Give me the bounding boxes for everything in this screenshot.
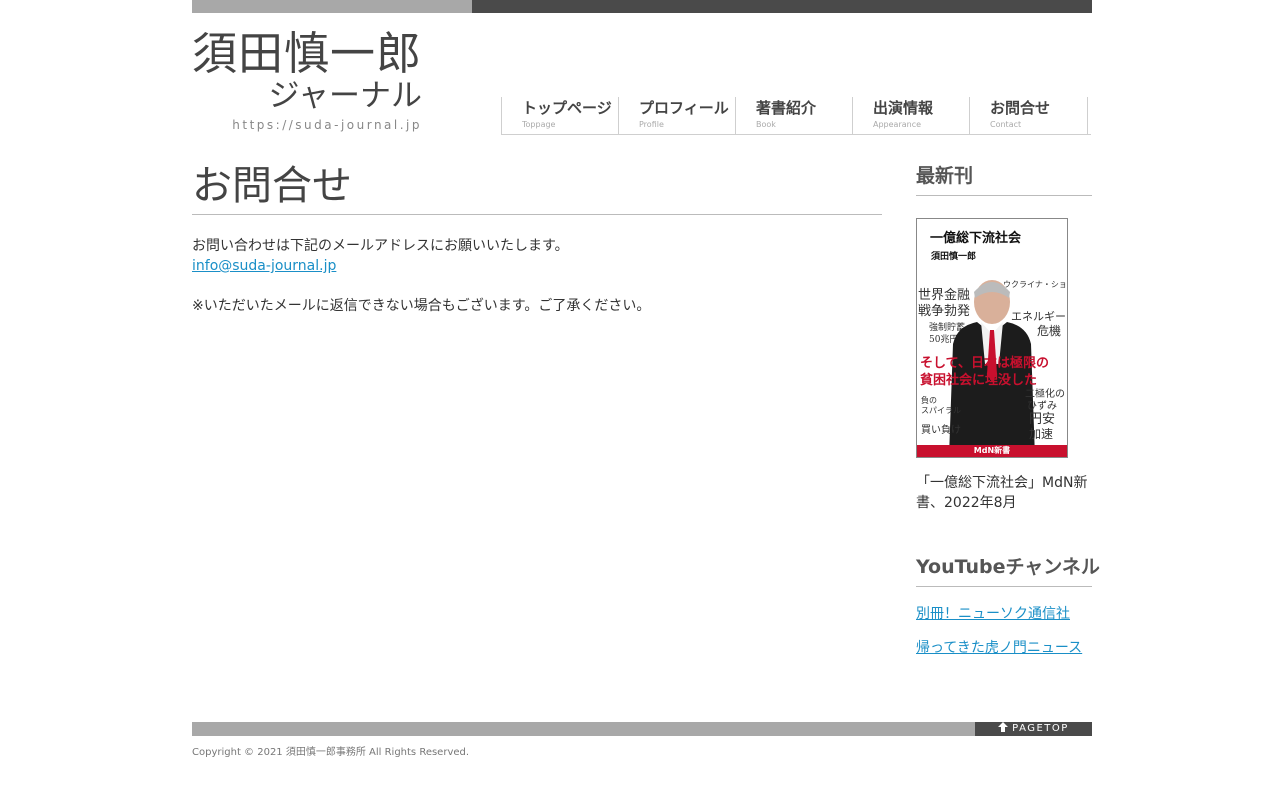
site-url: https://suda-journal.jp — [232, 118, 422, 132]
cover-headline: そして、日本は極限の 貧困社会に埋没した — [920, 356, 1049, 388]
cover-keyword: ひずみ — [1027, 401, 1057, 412]
nav-label: 出演情報 — [873, 99, 934, 117]
contact-intro: お問い合わせは下記のメールアドレスにお願いいたします。 — [192, 238, 569, 254]
arrow-up-icon — [998, 722, 1009, 732]
cover-publisher: MdN新書 — [917, 445, 1067, 457]
page-title: お問合せ — [192, 160, 882, 215]
book-cover-author: 須田慎一郎 — [931, 252, 977, 262]
footer-bar — [192, 722, 975, 736]
book-cover-title: 一億総下流社会 — [930, 231, 1022, 246]
global-nav: トップページ Toppage プロフィール Profile 著書紹介 Book … — [501, 97, 1091, 135]
sidebar: 最新刊 一億総下流社会 須田慎一郎 ウクライナ・ショック 世界金融 戦争勃発 エ… — [916, 160, 1100, 658]
nav-item-book[interactable]: 著書紹介 Book — [735, 97, 852, 134]
pagetop-label: PAGETOP — [1012, 723, 1069, 734]
latest-book-heading: 最新刊 — [916, 160, 1092, 196]
pagetop-button[interactable]: PAGETOP — [975, 722, 1092, 736]
main-content: お問合せ お問い合わせは下記のメールアドレスにお願いいたします。 info@su… — [192, 160, 882, 316]
nav-sublabel: Toppage — [522, 120, 556, 129]
youtube-link-toranomon[interactable]: 帰ってきた虎ノ門ニュース — [916, 638, 1092, 658]
nav-sublabel: Profile — [639, 120, 664, 129]
cover-keyword: 円安 — [1029, 412, 1056, 427]
nav-item-contact[interactable]: お問合せ Contact — [969, 97, 1088, 134]
site-logo-title[interactable]: 須田慎一郎 — [192, 26, 422, 82]
email-link[interactable]: info@suda-journal.jp — [192, 258, 336, 274]
nav-label: お問合せ — [990, 99, 1051, 117]
top-bar-right — [472, 0, 1092, 13]
cover-keyword: 二極化の — [1025, 389, 1065, 400]
top-bar-left — [192, 0, 472, 13]
nav-sublabel: Book — [756, 120, 776, 129]
site-logo-subtitle[interactable]: ジャーナル — [192, 76, 422, 116]
cover-keyword: 加速 — [1029, 427, 1054, 441]
nav-sublabel: Appearance — [873, 120, 922, 129]
copyright: Copyright © 2021 須田慎一郎事務所 All Rights Res… — [192, 747, 470, 758]
nav-item-toppage[interactable]: トップページ Toppage — [501, 97, 618, 134]
cover-keyword: 買い負け — [921, 425, 961, 436]
nav-label: プロフィール — [639, 99, 729, 117]
cover-keyword: スパイラル — [921, 406, 961, 415]
book-caption: 「一億総下流社会」MdN新書、2022年8月 — [916, 475, 1088, 511]
contact-note: ※いただいたメールに返信できない場合もございます。ご了承ください。 — [192, 298, 651, 314]
nav-sublabel: Contact — [990, 120, 1022, 129]
cover-keyword: 負の — [921, 396, 937, 405]
youtube-heading: YouTubeチャンネル — [916, 551, 1100, 587]
nav-item-appearance[interactable]: 出演情報 Appearance — [852, 97, 969, 134]
youtube-link-bessatsu[interactable]: 別冊！ニューソク通信社 — [916, 604, 1092, 624]
nav-item-profile[interactable]: プロフィール Profile — [618, 97, 735, 134]
nav-label: トップページ — [522, 99, 612, 117]
nav-label: 著書紹介 — [756, 99, 817, 117]
book-cover-image[interactable]: 一億総下流社会 須田慎一郎 ウクライナ・ショック 世界金融 戦争勃発 エネルギー… — [916, 218, 1068, 458]
cover-keyword: 危機 — [1037, 324, 1062, 338]
